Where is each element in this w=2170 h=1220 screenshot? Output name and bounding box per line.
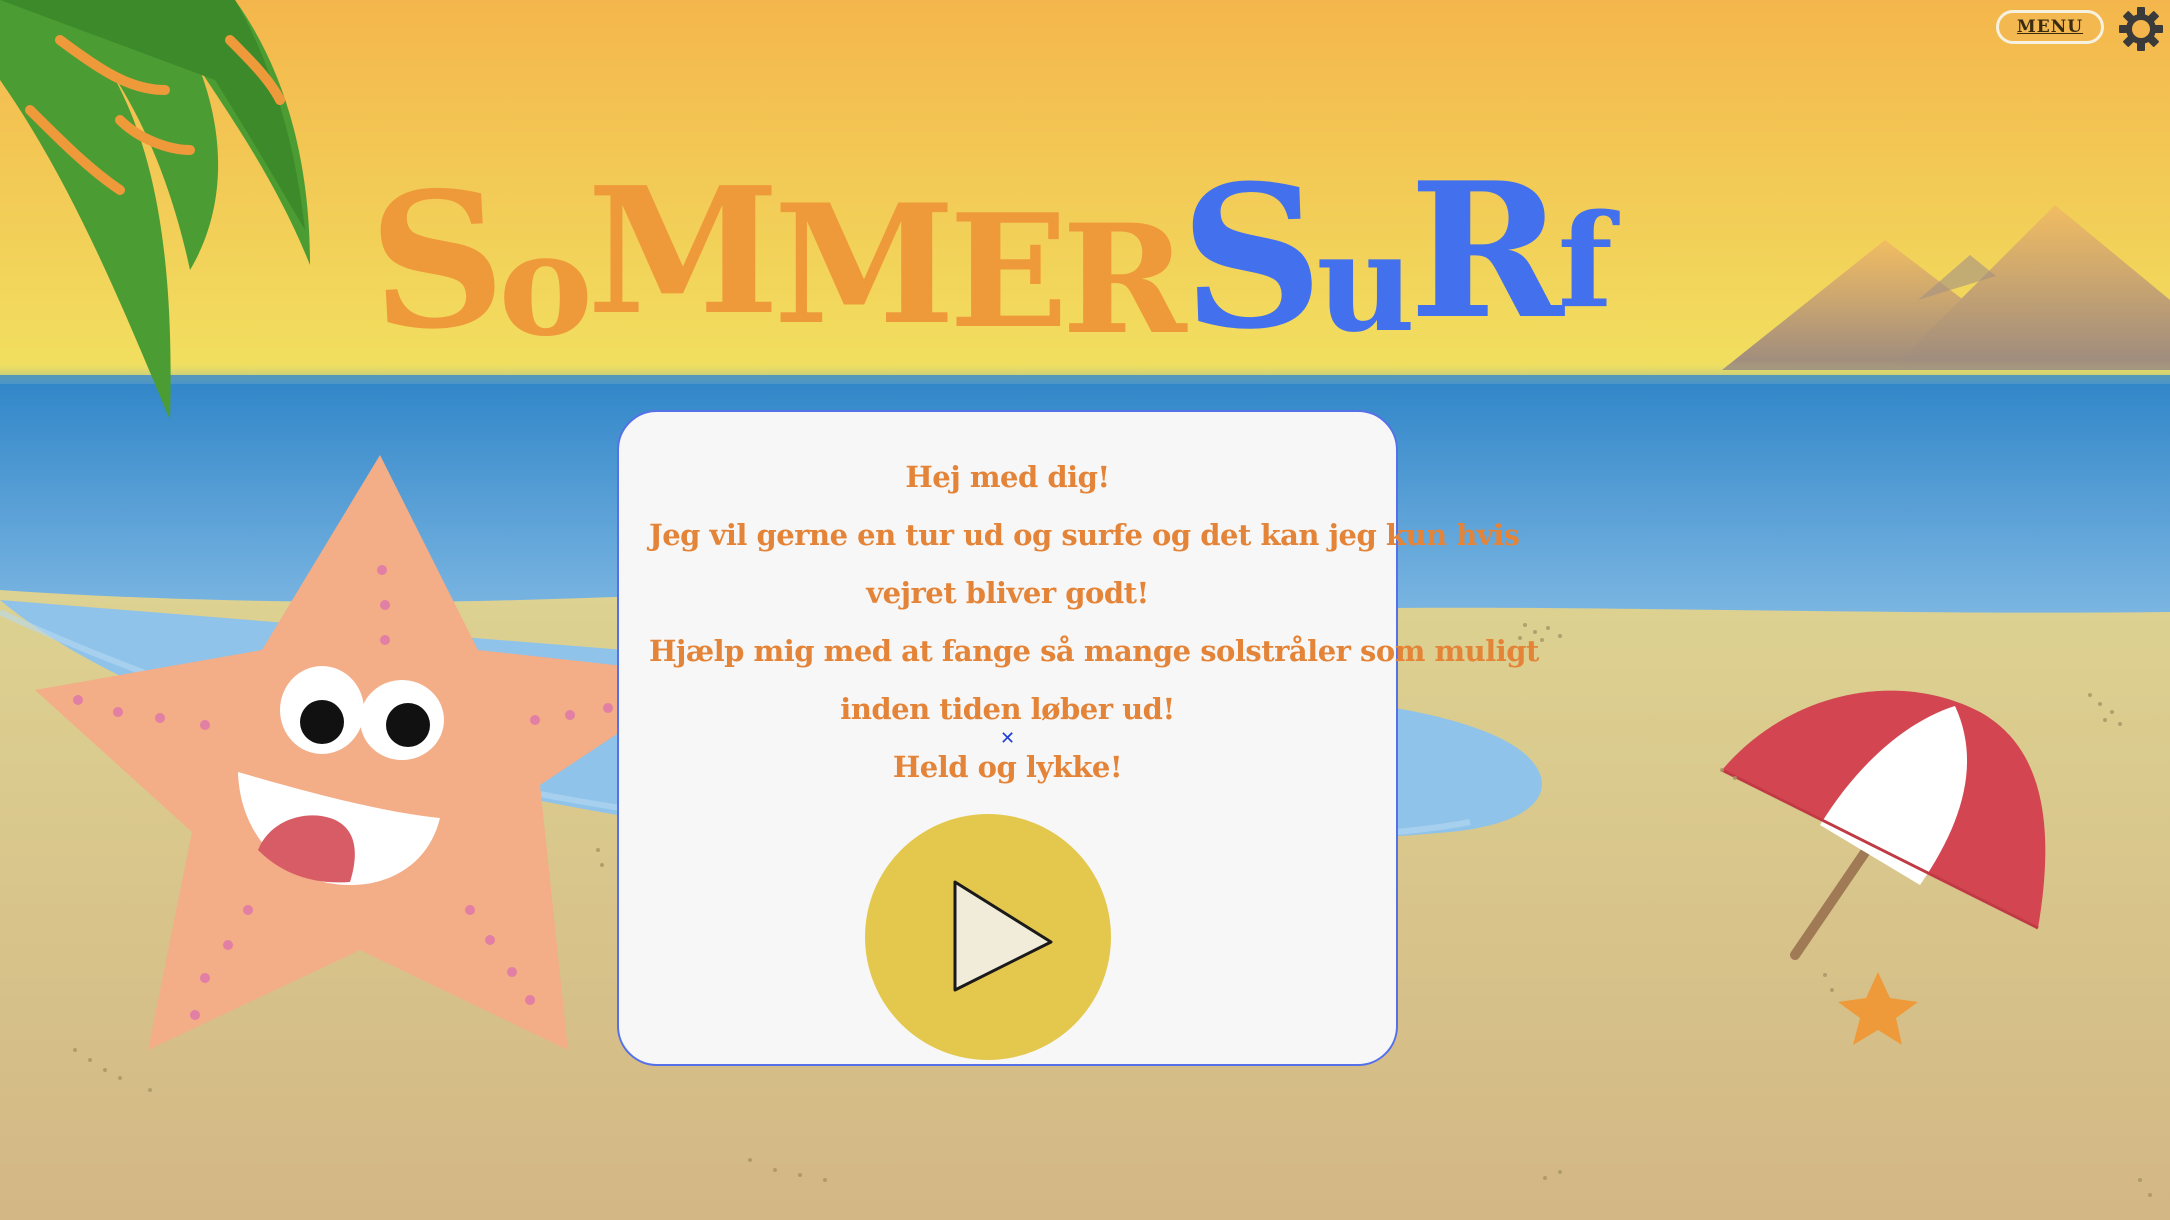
title-letter: u xyxy=(1316,203,1415,363)
play-icon xyxy=(953,880,1053,992)
title-letter: M xyxy=(587,150,780,354)
mouse-cursor: ✕ xyxy=(1000,728,1016,749)
message-line: Hej med dig! xyxy=(905,460,1110,494)
title-letter: f xyxy=(1557,187,1613,337)
message-line: Jeg vil gerne en tur ud og surfe og det … xyxy=(649,518,1520,552)
title-letter: S xyxy=(1176,140,1321,376)
title-letter: R xyxy=(1409,141,1564,360)
title-letter: S xyxy=(364,147,504,374)
gear-icon[interactable] xyxy=(2118,6,2164,52)
title-letter: R xyxy=(1062,192,1187,368)
menu-button[interactable]: MENU xyxy=(1996,10,2104,44)
message-line: Hjælp mig med at fange så mange solstrål… xyxy=(649,634,1539,668)
play-button[interactable] xyxy=(865,814,1111,1060)
title-letter: M xyxy=(773,168,956,361)
title-letter: E xyxy=(949,180,1068,363)
title-letter: o xyxy=(498,202,593,368)
game-title: SoMMERSuRf xyxy=(364,140,1700,400)
message-line: vejret bliver godt! xyxy=(866,576,1149,610)
